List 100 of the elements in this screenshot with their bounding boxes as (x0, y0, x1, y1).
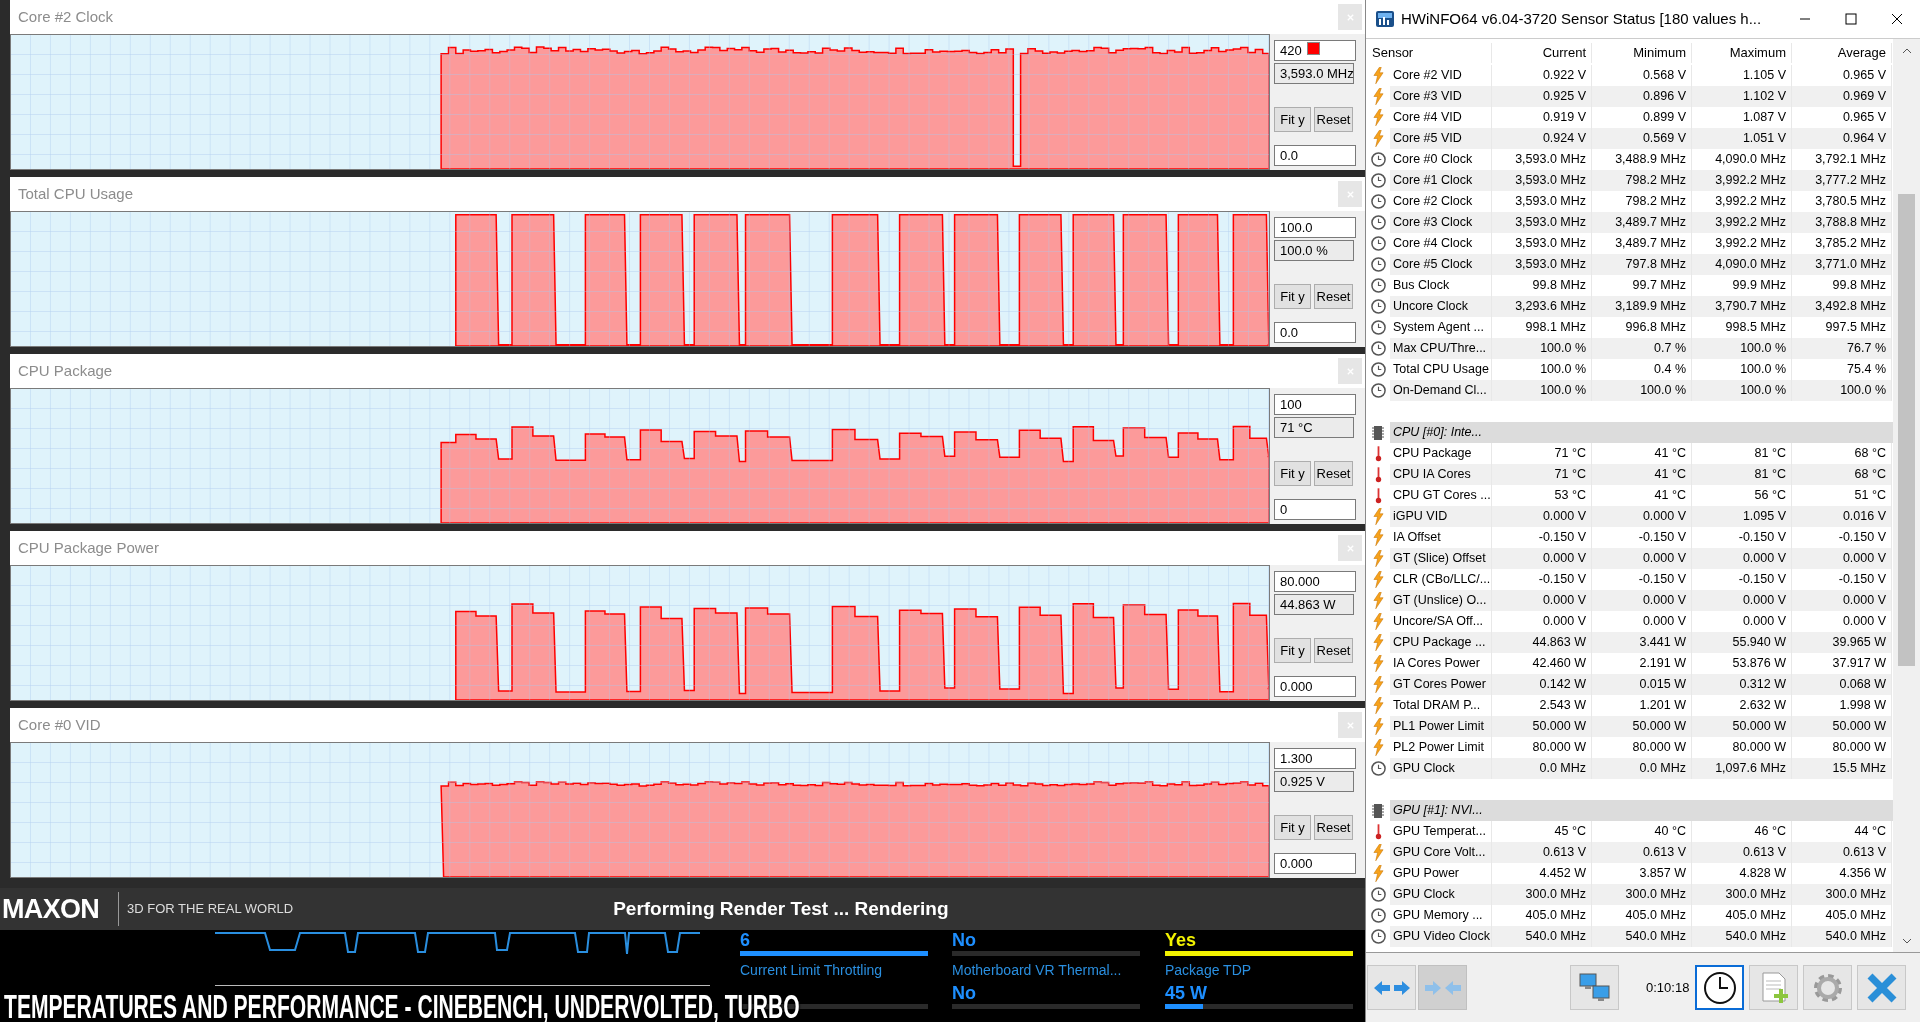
sensor-name[interactable]: PL1 Power Limit (1390, 716, 1492, 737)
sensor-name[interactable]: CPU GT Cores ... (1390, 485, 1492, 506)
tagline: 3D FOR THE REAL WORLD (127, 900, 294, 919)
close-icon[interactable] (1891, 13, 1903, 25)
sensor-name[interactable]: Uncore/SA Off... (1390, 611, 1492, 632)
sensor-name[interactable]: Core #1 Clock (1390, 170, 1492, 191)
table-cell: 798.2 MHz (1592, 170, 1692, 191)
sensor-name[interactable]: Core #2 Clock (1390, 191, 1492, 212)
max-value-field[interactable]: 420 (1274, 40, 1356, 61)
sensor-name[interactable]: Total CPU Usage (1390, 359, 1492, 380)
sensor-name[interactable]: CLR (CBo/LLC/... (1390, 569, 1492, 590)
sensor-name[interactable]: Uncore Clock (1390, 296, 1492, 317)
table-cell: 0.0 MHz (1592, 758, 1692, 779)
table-cell: 81 °C (1692, 464, 1792, 485)
table-cell: 39.965 W (1792, 632, 1892, 653)
fit-y-button[interactable]: Fit y (1274, 815, 1311, 840)
column-header[interactable]: Minimum (1592, 43, 1692, 63)
sensor-name[interactable]: Core #5 VID (1390, 128, 1492, 149)
column-header[interactable]: Average (1792, 43, 1892, 63)
app-icon (1375, 9, 1395, 29)
sensor-name[interactable]: GT (Unslice) O... (1390, 590, 1492, 611)
group-header[interactable]: CPU [#0]: Inte... (1390, 422, 1492, 443)
sensor-name[interactable]: GPU Power (1390, 863, 1492, 884)
reset-button[interactable]: Reset (1314, 461, 1353, 486)
scrollbar[interactable] (1893, 39, 1920, 952)
sensor-name[interactable]: GT Cores Power (1390, 674, 1492, 695)
fit-y-button[interactable]: Fit y (1274, 284, 1311, 309)
reset-button[interactable]: Reset (1314, 638, 1353, 663)
column-header[interactable]: Sensor (1366, 43, 1492, 63)
sensor-name[interactable]: CPU Package ... (1390, 632, 1492, 653)
close-icon (1345, 720, 1355, 730)
max-value-field[interactable]: 1.300 (1274, 748, 1356, 769)
lightning-icon (1372, 718, 1384, 735)
toolbar-button[interactable] (1695, 965, 1745, 1010)
table-cell: 71 °C (1492, 464, 1592, 485)
column-header[interactable]: Current (1492, 43, 1592, 63)
reset-button[interactable]: Reset (1314, 815, 1353, 840)
sensor-name[interactable]: GPU Clock (1390, 884, 1492, 905)
scroll-down-icon[interactable] (1901, 938, 1912, 944)
group-header[interactable]: GPU [#1]: NVI... (1390, 800, 1492, 821)
table-cell: 100.0 % (1592, 380, 1692, 401)
close-button[interactable] (1338, 712, 1362, 738)
clock-icon (1702, 970, 1737, 1005)
sensor-name[interactable]: Max CPU/Thre... (1390, 338, 1492, 359)
sensor-name[interactable]: GPU Video Clock (1390, 926, 1492, 947)
lightning-icon (1372, 109, 1384, 126)
maximize-icon[interactable] (1845, 13, 1857, 25)
table-cell: 0.068 W (1792, 674, 1892, 695)
stat-value: No (952, 930, 976, 950)
sensor-name[interactable]: Core #3 Clock (1390, 212, 1492, 233)
sensor-name[interactable]: Core #2 VID (1390, 65, 1492, 86)
sensor-name[interactable]: On-Demand Cl... (1390, 380, 1492, 401)
lightning-icon (1372, 88, 1384, 105)
column-header[interactable]: Maximum (1692, 43, 1792, 63)
close-button[interactable] (1338, 181, 1362, 207)
stat-value: Yes (1165, 930, 1197, 950)
sensor-name[interactable]: CPU Package (1390, 443, 1492, 464)
panel-title: Core #0 VID (17, 714, 101, 735)
sensor-name[interactable]: Core #0 Clock (1390, 149, 1492, 170)
max-value-field[interactable]: 100 (1274, 394, 1356, 415)
sensor-name[interactable]: Core #4 Clock (1390, 233, 1492, 254)
fit-y-button[interactable]: Fit y (1274, 461, 1311, 486)
min-value-field[interactable]: 0.000 (1274, 853, 1356, 874)
min-value-field[interactable]: 0.0 (1274, 145, 1356, 166)
scroll-up-icon[interactable] (1901, 48, 1912, 54)
panel-title: Total CPU Usage (17, 183, 134, 204)
lightning-icon (1372, 865, 1384, 882)
close-button[interactable] (1338, 4, 1362, 30)
fit-y-button[interactable]: Fit y (1274, 107, 1311, 132)
min-value-field[interactable]: 0 (1274, 499, 1356, 520)
sensor-name[interactable]: GPU Core Volt... (1390, 842, 1492, 863)
sensor-name[interactable]: Core #4 VID (1390, 107, 1492, 128)
table-cell: 0.613 V (1692, 842, 1792, 863)
color-swatch[interactable] (1307, 42, 1320, 55)
sensor-name[interactable]: System Agent ... (1390, 317, 1492, 338)
table-cell: 50.000 W (1592, 716, 1692, 737)
sensor-name[interactable]: Total DRAM P... (1390, 695, 1492, 716)
table-cell: 3,771.0 MHz (1792, 254, 1892, 275)
sensor-name[interactable]: GT (Slice) Offset (1390, 548, 1492, 569)
reset-button[interactable]: Reset (1314, 284, 1353, 309)
fit-y-button[interactable]: Fit y (1274, 638, 1311, 663)
max-value-field[interactable]: 80.000 (1274, 571, 1356, 592)
reset-button[interactable]: Reset (1314, 107, 1353, 132)
sensor-name[interactable]: Core #5 Clock (1390, 254, 1492, 275)
close-button[interactable] (1338, 358, 1362, 384)
sensor-name[interactable]: CPU IA Cores (1390, 464, 1492, 485)
thermometer-icon (1373, 823, 1383, 840)
close-button[interactable] (1338, 535, 1362, 561)
current-value-field: 44.863 W (1274, 594, 1354, 615)
sensor-name[interactable]: GPU Temperat... (1390, 821, 1492, 842)
clock-icon (1370, 908, 1386, 923)
max-value-field[interactable]: 100.0 (1274, 217, 1356, 238)
close-icon (1345, 366, 1355, 376)
sensor-name[interactable]: iGPU VID (1390, 506, 1492, 527)
sensor-name[interactable]: GPU Memory ... (1390, 905, 1492, 926)
sensor-name[interactable]: Core #3 VID (1390, 86, 1492, 107)
min-value-field[interactable]: 0.000 (1274, 676, 1356, 697)
min-value-field[interactable]: 0.0 (1274, 322, 1356, 343)
scrollbar-thumb[interactable] (1898, 194, 1915, 666)
sensor-name[interactable]: GPU Clock (1390, 758, 1492, 779)
